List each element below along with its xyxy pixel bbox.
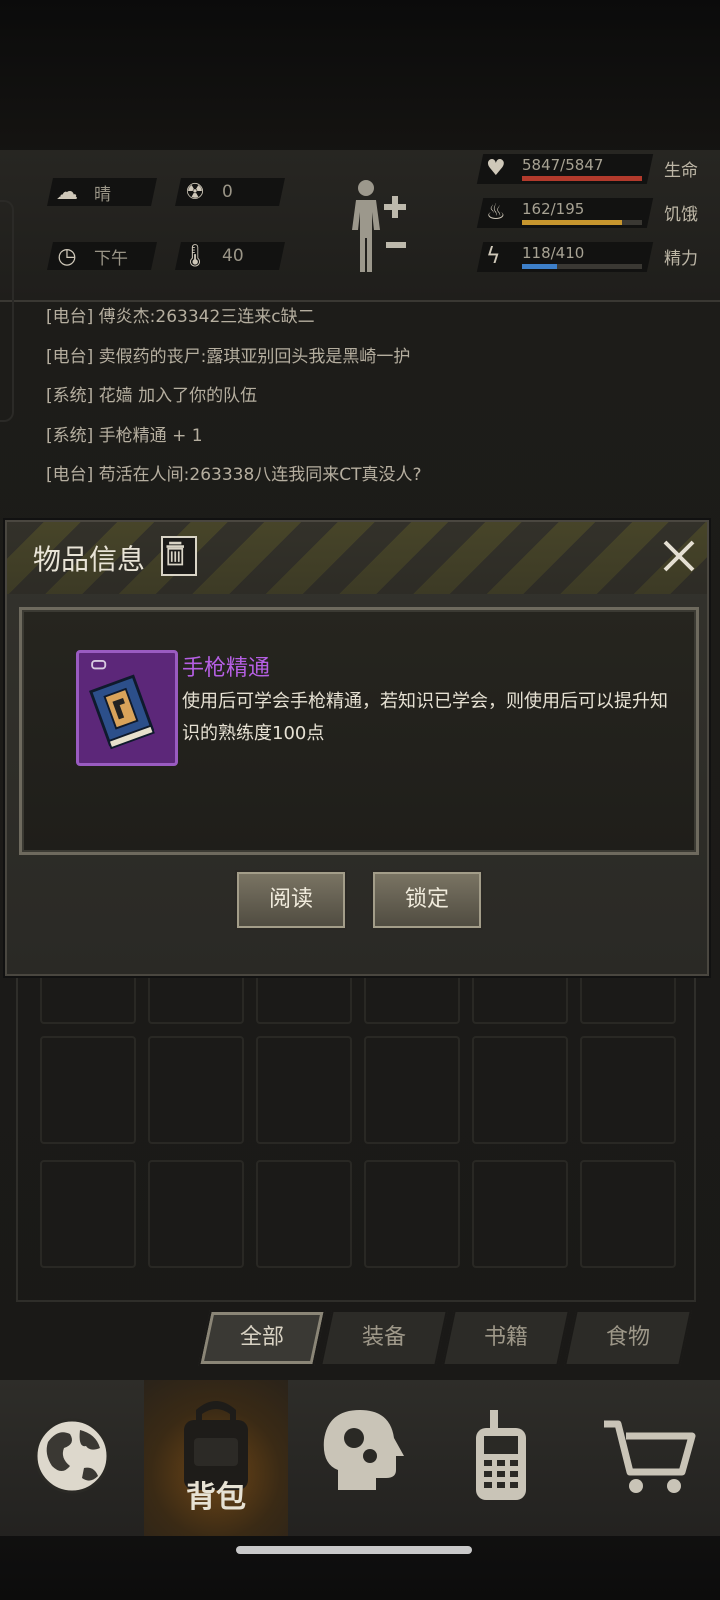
discard-button[interactable] bbox=[161, 536, 197, 576]
time-value: 下午 bbox=[94, 248, 128, 269]
energy-label: 精力 bbox=[664, 249, 698, 269]
chat-line: [电台] 傅炎杰:263342三连来c缺二 bbox=[46, 307, 315, 327]
lock-button[interactable]: 锁定 bbox=[371, 870, 483, 930]
health-value: 5847/5847 bbox=[522, 156, 604, 174]
energy-value: 118/410 bbox=[522, 244, 585, 262]
inventory-slot[interactable] bbox=[148, 1160, 244, 1268]
health-stat: ♥ 5847/5847 生命 bbox=[476, 152, 710, 188]
energy-stat: ϟ 118/410 精力 bbox=[476, 240, 710, 276]
inventory-slot[interactable] bbox=[256, 1160, 352, 1268]
nav-shop[interactable] bbox=[576, 1380, 720, 1536]
heart-rate-icon: ♥ bbox=[486, 156, 506, 181]
temperature-pill: 🌡 40 bbox=[175, 242, 285, 270]
energy-bar bbox=[522, 264, 642, 269]
tab-food[interactable]: 食物 bbox=[564, 1310, 692, 1366]
tab-all[interactable]: 全部 bbox=[198, 1310, 326, 1366]
trash-icon bbox=[166, 541, 184, 566]
category-tabs: 全部 装备 书籍 食物 bbox=[198, 1310, 694, 1366]
head-gears-icon bbox=[323, 1410, 404, 1490]
nav-backpack-label: 背包 bbox=[186, 1480, 246, 1515]
hunger-stat: ♨ 162/195 饥饿 bbox=[476, 196, 710, 232]
walkie-talkie-icon bbox=[476, 1410, 526, 1500]
inventory-grid bbox=[16, 940, 696, 1302]
inventory-slot[interactable] bbox=[40, 1036, 136, 1144]
radiation-icon: ☢ bbox=[185, 179, 205, 205]
dialog-title: 物品信息 bbox=[33, 543, 146, 576]
nav-backpack[interactable]: 背包 bbox=[144, 1380, 288, 1536]
health-label: 生命 bbox=[664, 161, 698, 181]
inventory-slot[interactable] bbox=[580, 1036, 676, 1144]
item-detail-box: 手枪精通 使用后可学会手枪精通，若知识已学会，则使用后可以提升知识的熟练度100… bbox=[19, 607, 699, 855]
health-bar bbox=[522, 176, 642, 181]
tab-equipment[interactable]: 装备 bbox=[320, 1310, 448, 1366]
tab-label: 食物 bbox=[605, 1325, 650, 1350]
item-name: 手枪精通 bbox=[182, 656, 271, 681]
nav-skills[interactable] bbox=[288, 1380, 432, 1536]
item-info-dialog: 物品信息 手枪精通 使用后可学会手枪精通，若知识已学会，则使用后可以提升知识的熟… bbox=[5, 520, 709, 976]
body-status-icon[interactable] bbox=[348, 178, 418, 278]
inventory-slot[interactable] bbox=[148, 1036, 244, 1144]
chat-line: [电台] 卖假药的丧尸:露琪亚别回头我是黑崎一护 bbox=[46, 347, 411, 367]
tab-label: 书籍 bbox=[483, 1325, 528, 1350]
inventory-slot[interactable] bbox=[472, 1036, 568, 1144]
inventory-slot[interactable] bbox=[40, 1160, 136, 1268]
nav-world[interactable] bbox=[0, 1380, 144, 1536]
book-icon bbox=[89, 660, 155, 750]
side-drawer-handle[interactable] bbox=[0, 200, 14, 422]
clock-icon: ◷ bbox=[57, 243, 77, 269]
inventory-slot[interactable] bbox=[364, 1036, 460, 1144]
inventory-slot[interactable] bbox=[364, 1160, 460, 1268]
inventory-slot[interactable] bbox=[256, 1036, 352, 1144]
time-pill: ◷ 下午 bbox=[47, 242, 157, 270]
inventory-slot[interactable] bbox=[580, 1160, 676, 1268]
radiation-pill: ☢ 0 bbox=[175, 178, 285, 206]
hunger-value: 162/195 bbox=[522, 200, 585, 218]
inventory-slot[interactable] bbox=[472, 1160, 568, 1268]
cloud-sun-icon: ☁ bbox=[56, 179, 78, 205]
chat-line: [系统] 手枪精通 + 1 bbox=[46, 426, 203, 446]
bottom-nav: 背包 bbox=[0, 1380, 720, 1536]
close-icon[interactable] bbox=[659, 536, 699, 576]
tab-label: 全部 bbox=[239, 1325, 284, 1350]
hunger-label: 饥饿 bbox=[664, 205, 698, 225]
home-indicator[interactable] bbox=[236, 1546, 472, 1554]
nav-radio[interactable] bbox=[432, 1380, 576, 1536]
shopping-cart-icon bbox=[604, 1420, 696, 1493]
lightning-head-icon: ϟ bbox=[486, 244, 501, 269]
game-screen: ☁ 晴 ☢ 0 ◷ 下午 🌡 40 ♥ 5847/5847 生命 ♨ 162/1… bbox=[0, 0, 720, 1600]
globe-icon bbox=[34, 1418, 110, 1494]
thermometer-icon: 🌡 bbox=[181, 243, 209, 269]
tab-books[interactable]: 书籍 bbox=[442, 1310, 570, 1366]
chat-line: [系统] 花嫱 加入了你的队伍 bbox=[46, 386, 258, 406]
chat-line: [电台] 苟活在人间:263338八连我同来CT真没人? bbox=[46, 465, 422, 485]
weather-value: 晴 bbox=[94, 184, 111, 205]
tab-label: 装备 bbox=[361, 1325, 406, 1350]
radiation-value: 0 bbox=[222, 182, 233, 202]
item-description: 使用后可学会手枪精通，若知识已学会，则使用后可以提升知识的熟练度100点 bbox=[182, 691, 668, 744]
weather-pill: ☁ 晴 bbox=[47, 178, 157, 206]
stomach-icon: ♨ bbox=[486, 200, 506, 225]
item-slot[interactable] bbox=[76, 650, 178, 766]
hunger-bar bbox=[522, 220, 642, 225]
read-button[interactable]: 阅读 bbox=[235, 870, 347, 930]
temperature-value: 40 bbox=[222, 246, 244, 266]
